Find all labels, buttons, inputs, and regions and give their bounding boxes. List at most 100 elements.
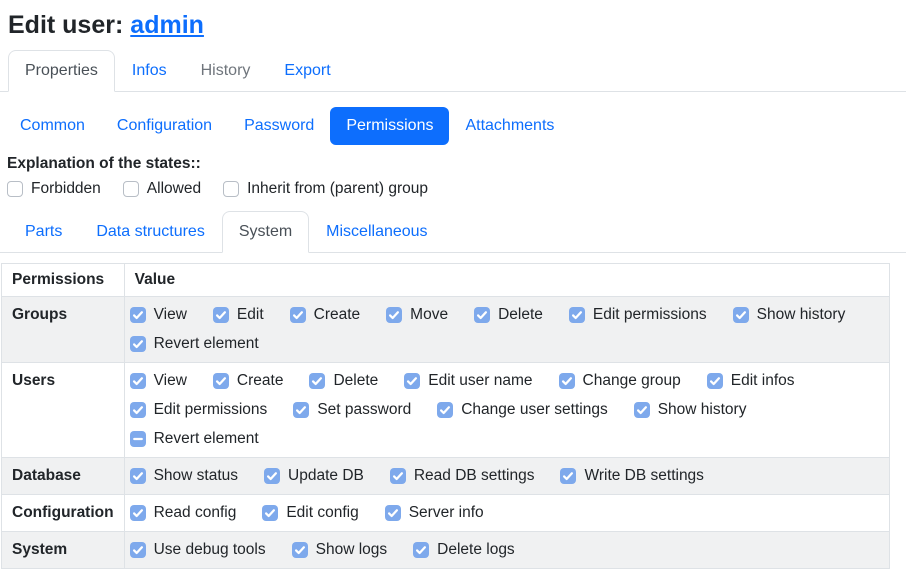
perm-item-edit-user-name[interactable]: Edit user name [404, 371, 532, 391]
perm-item-delete[interactable]: Delete [474, 305, 543, 325]
checkbox-create[interactable] [213, 373, 229, 389]
legend-option-label: Forbidden [31, 180, 101, 198]
perm-item-edit-infos[interactable]: Edit infos [707, 371, 795, 391]
perm-item-move[interactable]: Move [386, 305, 448, 325]
checkbox-change-user-settings[interactable] [437, 402, 453, 418]
perm-item-edit[interactable]: Edit [213, 305, 264, 325]
perm-item-show-history[interactable]: Show history [634, 400, 747, 420]
checkbox-write-db-settings[interactable] [560, 468, 576, 484]
pill-password[interactable]: Password [228, 107, 330, 145]
pill-permissions[interactable]: Permissions [330, 107, 449, 145]
checkbox-edit[interactable] [213, 307, 229, 323]
checkbox-revert-element[interactable] [130, 431, 146, 447]
perm-item-label: Change user settings [461, 400, 607, 420]
checkbox-edit-user-name[interactable] [404, 373, 420, 389]
perm-item-view[interactable]: View [130, 371, 187, 391]
perm-item-label: Delete [498, 305, 543, 325]
checkbox-show-status[interactable] [130, 468, 146, 484]
checkbox-inherit-from-parent-group[interactable] [223, 181, 239, 197]
pill-configuration[interactable]: Configuration [101, 107, 228, 145]
tab-history[interactable]: History [184, 50, 268, 92]
states-legend-options: Forbidden Allowed Inherit from (parent) gr… [7, 180, 906, 198]
permission-tab-miscellaneous[interactable]: Miscellaneous [309, 211, 444, 253]
legend-option-label: Inherit from (parent) group [247, 180, 428, 198]
perm-item-show-history[interactable]: Show history [733, 305, 846, 325]
column-header-value: Value [124, 264, 889, 297]
perm-item-delete[interactable]: Delete [309, 371, 378, 391]
perm-item-delete-logs[interactable]: Delete logs [413, 540, 515, 560]
row-category-users: Users [2, 363, 125, 458]
checkbox-view[interactable] [130, 307, 146, 323]
legend-option-label: Allowed [147, 180, 201, 198]
checkbox-forbidden[interactable] [7, 181, 23, 197]
perm-item-use-debug-tools[interactable]: Use debug tools [130, 540, 266, 560]
user-link[interactable]: admin [130, 10, 204, 40]
checkbox-show-history[interactable] [634, 402, 650, 418]
checkbox-change-group[interactable] [559, 373, 575, 389]
perm-item-view[interactable]: View [130, 305, 187, 325]
checkbox-revert-element[interactable] [130, 336, 146, 352]
tab-properties[interactable]: Properties [8, 50, 115, 92]
checkbox-show-history[interactable] [733, 307, 749, 323]
legend-option-allowed[interactable]: Allowed [123, 180, 201, 198]
perm-item-read-config[interactable]: Read config [130, 503, 237, 523]
permission-tab-data-structures[interactable]: Data structures [79, 211, 221, 253]
checkbox-delete[interactable] [474, 307, 490, 323]
checkbox-view[interactable] [130, 373, 146, 389]
perm-item-label: Read config [154, 503, 237, 523]
perm-item-label: Server info [409, 503, 484, 523]
perm-item-change-user-settings[interactable]: Change user settings [437, 400, 607, 420]
perm-item-create[interactable]: Create [213, 371, 284, 391]
perm-item-label: Edit [237, 305, 264, 325]
checkbox-create[interactable] [290, 307, 306, 323]
perm-item-label: Write DB settings [584, 466, 703, 486]
perm-item-read-db-settings[interactable]: Read DB settings [390, 466, 535, 486]
checkbox-edit-permissions[interactable] [130, 402, 146, 418]
perm-item-label: Read DB settings [414, 466, 535, 486]
checkbox-edit-infos[interactable] [707, 373, 723, 389]
perm-item-change-group[interactable]: Change group [559, 371, 681, 391]
checkbox-read-db-settings[interactable] [390, 468, 406, 484]
checkbox-update-db[interactable] [264, 468, 280, 484]
permission-tab-system[interactable]: System [222, 211, 309, 253]
perm-item-show-status[interactable]: Show status [130, 466, 238, 486]
checkbox-set-password[interactable] [293, 402, 309, 418]
pill-common[interactable]: Common [4, 107, 101, 145]
legend-option-inherit-from-parent-group[interactable]: Inherit from (parent) group [223, 180, 428, 198]
column-header-permissions: Permissions [2, 264, 125, 297]
perm-item-write-db-settings[interactable]: Write DB settings [560, 466, 703, 486]
perm-item-revert-element[interactable]: Revert element [130, 334, 259, 354]
row-values-groups: View Edit Create Move Delete Edit permissions… [124, 297, 889, 363]
perm-item-edit-permissions[interactable]: Edit permissions [130, 400, 268, 420]
perm-item-server-info[interactable]: Server info [385, 503, 484, 523]
perm-item-label: Edit user name [428, 371, 532, 391]
checkbox-use-debug-tools[interactable] [130, 542, 146, 558]
perm-item-revert-element[interactable]: Revert element [130, 429, 259, 449]
tab-export[interactable]: Export [267, 50, 347, 92]
legend-option-forbidden[interactable]: Forbidden [7, 180, 101, 198]
permissions-table: Permissions Value GroupsViewEditCreateMo… [1, 263, 890, 569]
checkbox-server-info[interactable] [385, 505, 401, 521]
checkbox-move[interactable] [386, 307, 402, 323]
perm-item-show-logs[interactable]: Show logs [292, 540, 388, 560]
checkbox-edit-permissions[interactable] [569, 307, 585, 323]
table-row-users: UsersView Create Delete Edit user name Chang… [2, 363, 890, 458]
perm-item-create[interactable]: Create [290, 305, 361, 325]
permission-tab-parts[interactable]: Parts [8, 211, 79, 253]
checkbox-show-logs[interactable] [292, 542, 308, 558]
perm-item-set-password[interactable]: Set password [293, 400, 411, 420]
checkbox-allowed[interactable] [123, 181, 139, 197]
main-tabs: PropertiesInfosHistoryExport [0, 50, 906, 92]
perm-item-edit-permissions[interactable]: Edit permissions [569, 305, 707, 325]
checkbox-delete[interactable] [309, 373, 325, 389]
tab-infos[interactable]: Infos [115, 50, 184, 92]
row-category-database: Database [2, 458, 125, 495]
perm-item-label: Revert element [154, 429, 259, 449]
checkbox-delete-logs[interactable] [413, 542, 429, 558]
perm-item-edit-config[interactable]: Edit config [262, 503, 358, 523]
perm-item-update-db[interactable]: Update DB [264, 466, 364, 486]
row-values-configuration: Read config Edit config Server info [124, 495, 889, 532]
checkbox-read-config[interactable] [130, 505, 146, 521]
pill-attachments[interactable]: Attachments [449, 107, 570, 145]
checkbox-edit-config[interactable] [262, 505, 278, 521]
